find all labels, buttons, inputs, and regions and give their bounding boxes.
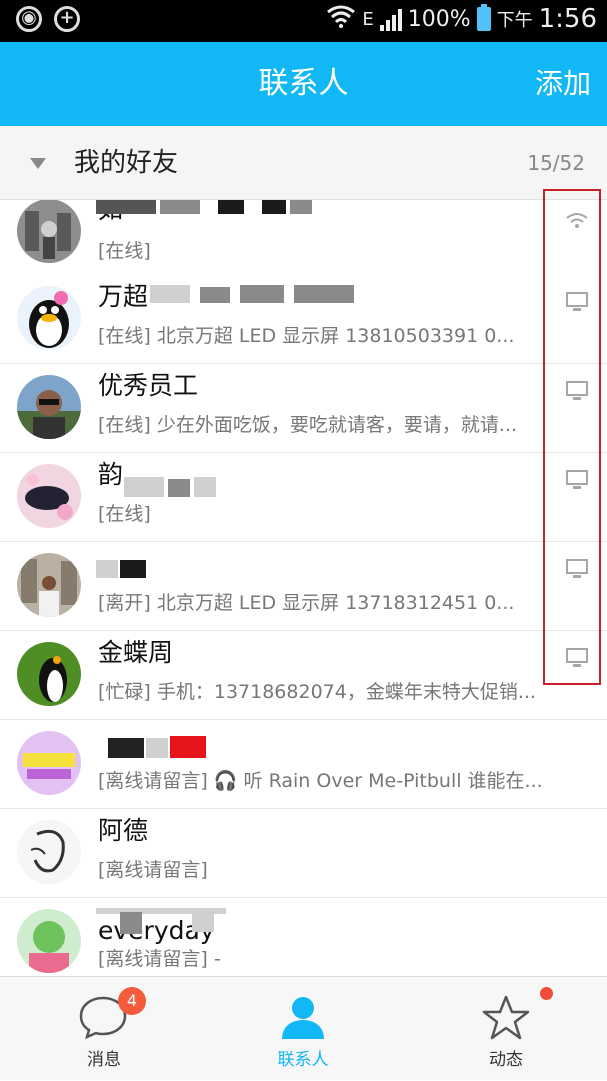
avatar	[17, 909, 81, 973]
redaction	[146, 738, 168, 758]
avatar	[17, 731, 81, 795]
redaction	[290, 200, 312, 214]
battery-percent: 100%	[407, 6, 471, 32]
contact-name: 万超	[98, 282, 149, 309]
redaction	[262, 200, 286, 214]
clock-ampm: 下午	[496, 10, 533, 31]
redaction	[194, 477, 216, 497]
battery-icon	[476, 4, 491, 31]
tab-feed[interactable]: 动态	[446, 977, 566, 1081]
contact-row[interactable]: 金蝶周 [忙碌] 手机：13718682074，金蝶年末特大促销...	[0, 631, 607, 720]
add-circle-icon: +	[54, 6, 80, 32]
page-title: 联系人	[258, 66, 349, 101]
contact-status: [在线] 少在外面吃饭，要吃就请客，要请，就请...	[98, 414, 517, 436]
contact-row[interactable]: 万超 [在线] 北京万超 LED 显示屏 13810503391 0...	[0, 275, 607, 364]
clock-time: 1:56	[538, 4, 597, 34]
contact-name: 韵	[98, 460, 124, 487]
redaction	[218, 200, 244, 214]
contact-status: [忙碌] 手机：13718682074，金蝶年末特大促销...	[98, 681, 536, 703]
contact-row[interactable]: everyday [离线请留言] -	[0, 898, 607, 976]
contact-list: 如 [在线] 万超 [在线]	[0, 200, 607, 976]
signal-icon	[379, 7, 402, 31]
avatar	[17, 286, 81, 350]
redaction	[160, 200, 200, 214]
contact-row[interactable]: 韵 [在线]	[0, 453, 607, 542]
contact-name: 金蝶周	[98, 638, 174, 665]
contact-row[interactable]: 优秀员工 [在线] 少在外面吃饭，要吃就请客，要请，就请...	[0, 364, 607, 453]
avatar	[17, 375, 81, 439]
status-bar: ◉ + E 100% 下午 1:56	[0, 0, 607, 42]
redaction	[150, 285, 190, 303]
contact-status: [离开] 北京万超 LED 显示屏 13718312451 0...	[98, 592, 515, 614]
redaction	[168, 479, 190, 497]
group-name: 我的好友	[74, 148, 179, 178]
avatar	[17, 820, 81, 884]
contact-status: [在线]	[98, 240, 151, 262]
bottom-tab-bar: 4 消息 联系人 动态	[0, 976, 607, 1080]
contact-status: [离线请留言]	[98, 859, 208, 881]
avatar	[17, 200, 81, 263]
redaction	[120, 912, 142, 934]
new-activity-dot	[540, 987, 553, 1000]
contact-status: [离线请留言] -	[98, 948, 221, 970]
avatar	[17, 642, 81, 706]
location-icon: ◉	[16, 6, 42, 32]
star-icon	[482, 995, 530, 1040]
redaction	[170, 736, 206, 758]
redaction	[96, 200, 156, 214]
contact-name: 阿德	[98, 816, 149, 843]
tab-contacts[interactable]: 联系人	[243, 977, 363, 1081]
redaction	[96, 560, 118, 578]
redaction	[108, 738, 144, 758]
redaction	[192, 912, 214, 932]
wifi-icon	[326, 4, 356, 34]
avatar	[17, 553, 81, 617]
tab-label: 动态	[489, 1050, 523, 1070]
contact-row[interactable]: [离线请留言] 🎧 听 Rain Over Me-Pitbull 谁能在...	[0, 720, 607, 809]
redaction	[294, 285, 354, 303]
redaction	[240, 285, 284, 303]
unread-badge: 4	[118, 987, 146, 1015]
contact-status: [离线请留言] 🎧 听 Rain Over Me-Pitbull 谁能在...	[98, 770, 543, 792]
redaction	[120, 560, 146, 578]
contact-row[interactable]: [离开] 北京万超 LED 显示屏 13718312451 0...	[0, 542, 607, 631]
tab-label: 联系人	[277, 1050, 329, 1070]
avatar	[17, 464, 81, 528]
add-button[interactable]: 添加	[535, 42, 591, 126]
contact-row[interactable]: 如 [在线]	[0, 200, 607, 277]
contact-status: [在线] 北京万超 LED 显示屏 13810503391 0...	[98, 325, 515, 347]
tab-messages[interactable]: 4 消息	[44, 977, 164, 1081]
friend-group-header[interactable]: 我的好友 15/52	[0, 126, 607, 200]
network-type: E	[362, 8, 374, 30]
expand-triangle-icon	[30, 158, 46, 169]
redaction	[124, 477, 164, 497]
highlight-box	[543, 189, 601, 685]
contact-name: 优秀员工	[98, 371, 199, 398]
tab-label: 消息	[87, 1050, 121, 1070]
contact-row[interactable]: 阿德 [离线请留言]	[0, 809, 607, 898]
contacts-icon	[282, 997, 324, 1039]
title-bar: 联系人 添加	[0, 42, 607, 126]
redaction	[200, 287, 230, 303]
contact-status: [在线]	[98, 503, 151, 525]
